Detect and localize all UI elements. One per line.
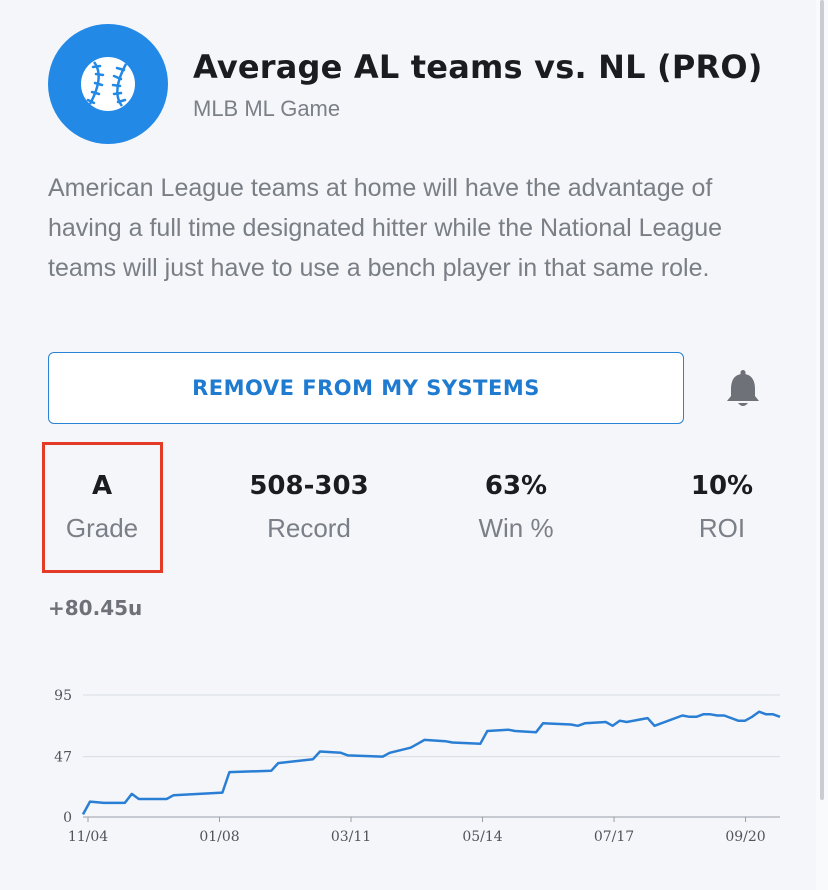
y-tick-label: 0 [63,810,72,826]
baseball-icon [81,57,135,111]
system-subtitle: MLB ML Game [193,96,341,121]
system-header: Average AL teams vs. NL (PRO) MLB ML Gam… [48,24,788,144]
x-tick-label: 09/20 [725,829,765,845]
x-tick-label: 01/08 [199,829,239,845]
stat-roi: 10% ROI [622,466,822,546]
x-tick-label: 03/11 [331,829,371,845]
x-tick-label: 05/14 [462,829,502,845]
remove-from-my-systems-button[interactable]: REMOVE FROM MY SYSTEMS [48,352,684,424]
units-profit: +80.45u [48,596,143,620]
system-logo [48,24,168,144]
grade-highlight-box [42,442,163,573]
stat-roi-value: 10% [690,471,754,501]
system-description: American League teams at home will have … [48,174,723,282]
stat-win-pct-value: 63% [484,471,548,501]
scrollbar-track[interactable] [816,0,828,890]
y-tick-label: 95 [54,688,72,704]
scrollbar-thumb[interactable] [820,0,824,800]
x-tick-label: 07/17 [594,829,634,845]
profit-chart: 0 47 95 11/04 01/08 03/11 05/14 07/17 09/20 [54,688,781,845]
x-tick-label: 11/04 [68,829,108,845]
y-tick-label: 47 [54,750,72,766]
profit-line [81,710,781,815]
system-title: Average AL teams vs. NL (PRO) [193,48,763,86]
stat-record: 508-303 Record [209,466,409,546]
stat-win-pct: 63% Win % [416,466,616,546]
stat-win-pct-label: Win % [478,513,554,543]
stat-record-value: 508-303 [249,471,369,501]
bell-icon[interactable] [722,368,764,410]
stat-record-label: Record [267,513,351,543]
stat-roi-label: ROI [698,513,746,543]
